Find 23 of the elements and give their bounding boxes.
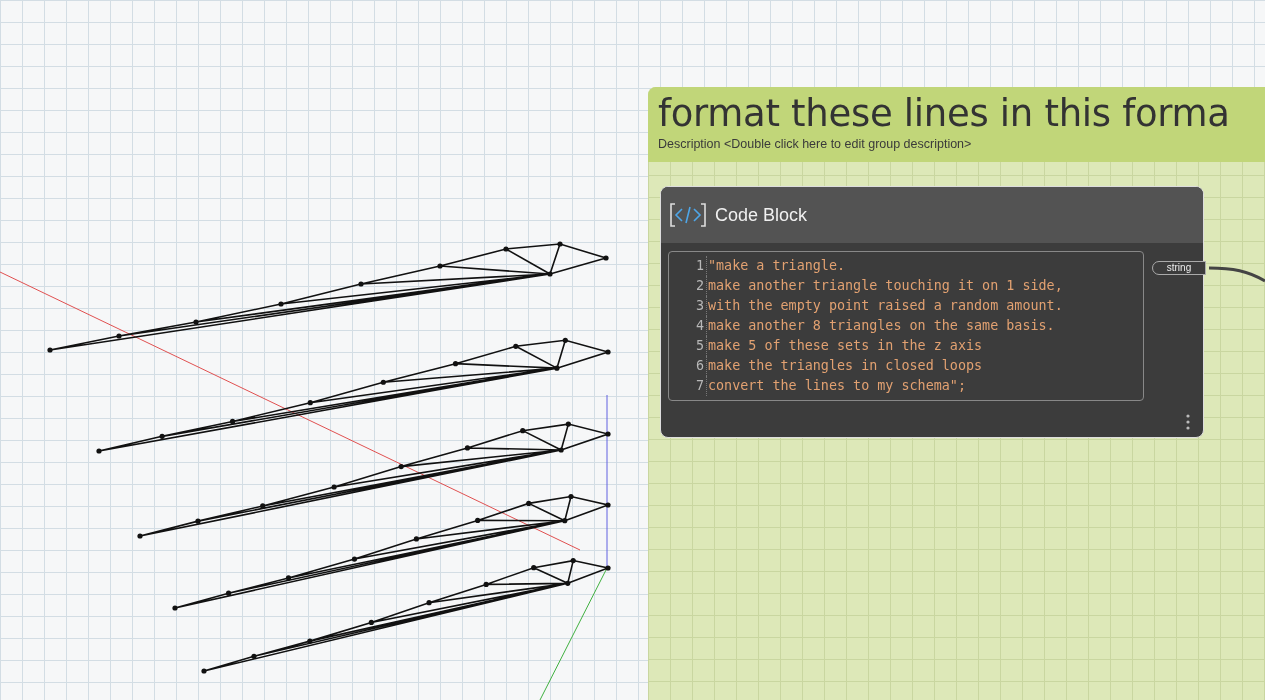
line-number: 6 <box>669 356 707 376</box>
code-block-node[interactable] <box>660 186 1204 438</box>
line-number: 2 <box>669 276 707 296</box>
line-number: 5 <box>669 336 707 356</box>
node-title: Code Block <box>715 204 808 226</box>
more-options-icon[interactable] <box>1186 414 1190 430</box>
output-port[interactable]: string <box>1152 261 1206 275</box>
group-description[interactable]: Description <Double click here to edit group description> <box>658 137 1265 151</box>
code-line: make another triangle touching it on 1 side, <box>707 277 1064 295</box>
line-number: 4 <box>669 316 707 336</box>
code-line: make another 8 triangles on the same basis. <box>707 317 1056 335</box>
code-line: "make a triangle. <box>707 257 847 275</box>
code-line: make 5 of these sets in the z axis <box>707 337 984 355</box>
code-line: convert the lines to my schema"; <box>707 377 967 395</box>
line-number: 7 <box>669 376 707 396</box>
line-number: 3 <box>669 296 707 316</box>
code-editor[interactable] <box>668 251 1144 401</box>
connector-wire <box>1209 266 1265 283</box>
code-line: with the empty point raised a random amount. <box>707 297 1064 315</box>
code-icon <box>670 203 706 227</box>
group-title[interactable]: format these lines in this forma <box>658 91 1265 137</box>
line-number: 1 <box>669 256 707 276</box>
code-line: make the triangles in closed loops <box>707 357 984 375</box>
